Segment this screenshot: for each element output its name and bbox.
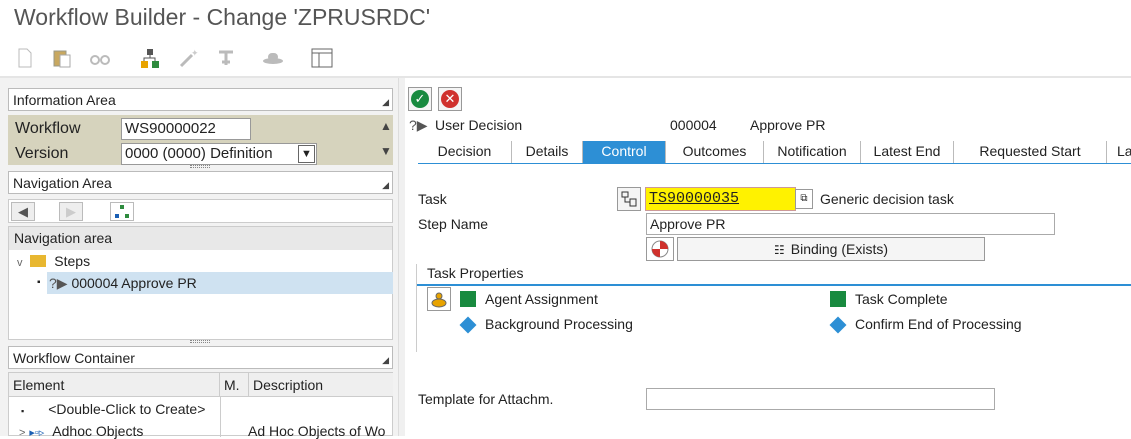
- org-structure-icon[interactable]: [138, 46, 162, 70]
- cancel-icon: ✕: [441, 90, 459, 108]
- tab-latest-start[interactable]: La: [1107, 141, 1131, 163]
- agent-assignment-label: Agent Assignment: [485, 291, 598, 307]
- navigation-tree: Navigation area v Steps ?▶ 000004 Approv…: [8, 226, 393, 340]
- scroll-up-icon[interactable]: ▲: [380, 119, 392, 133]
- tree-node-steps[interactable]: v Steps: [17, 253, 90, 269]
- scroll-down-icon[interactable]: ▼: [380, 144, 392, 158]
- resize-corner-icon[interactable]: ◢: [382, 97, 389, 108]
- table-row[interactable]: > ▸▫▹ Adhoc Objects: [19, 423, 143, 439]
- task-input[interactable]: TS90000035: [645, 187, 796, 211]
- tab-notification[interactable]: Notification: [764, 141, 861, 163]
- expand-icon[interactable]: v: [17, 257, 23, 269]
- confirm-end-label: Confirm End of Processing: [855, 316, 1022, 332]
- anchor-icon[interactable]: [214, 46, 238, 70]
- table-row[interactable]: ▪ <Double-Click to Create>: [21, 401, 205, 417]
- resize-grip[interactable]: [190, 340, 210, 343]
- column-header-m[interactable]: M.: [220, 373, 249, 397]
- background-processing-label: Background Processing: [485, 316, 633, 332]
- task-open-icon[interactable]: ⧉: [795, 189, 813, 209]
- info-area-header: Information Area ◢: [8, 88, 393, 111]
- binding-icon: ☷: [773, 243, 785, 257]
- version-select[interactable]: 0000 (0000) Definition ▼: [121, 143, 317, 165]
- nav-area-header: Navigation Area ◢: [8, 171, 393, 194]
- background-processing-status-icon: [459, 316, 477, 334]
- pane-splitter[interactable]: [398, 78, 405, 436]
- tab-control[interactable]: Control: [583, 141, 666, 163]
- binding-label: Binding (Exists): [790, 241, 889, 257]
- step-name-label: Step Name: [418, 216, 489, 232]
- tab-details[interactable]: Details: [512, 141, 583, 163]
- column-header-element[interactable]: Element: [9, 373, 220, 397]
- tree-node-step[interactable]: ?▶ 000004 Approve PR: [47, 272, 393, 294]
- row-element: <Double-Click to Create>: [48, 401, 206, 417]
- container-header: Workflow Container ◢: [8, 346, 393, 369]
- check-icon: ✓: [411, 90, 429, 108]
- back-arrow-icon[interactable]: ◀: [11, 202, 35, 221]
- folder-icon: [30, 255, 47, 267]
- hat-icon[interactable]: [261, 46, 285, 70]
- tree-step-label: 000004 Approve PR: [71, 275, 197, 291]
- step-type: User Decision: [435, 117, 523, 133]
- agent-assignment-button[interactable]: [427, 287, 451, 311]
- row-element: Adhoc Objects: [52, 423, 144, 439]
- resize-corner-icon[interactable]: ◢: [382, 355, 389, 366]
- nav-tree-header: Navigation area: [9, 227, 392, 250]
- binding-button[interactable]: ☷ Binding (Exists): [677, 237, 985, 261]
- task-label: Task: [418, 191, 447, 207]
- resize-grip[interactable]: [190, 165, 210, 168]
- tab-latest-end[interactable]: Latest End: [861, 141, 954, 163]
- step-type-icon: ?▶: [49, 275, 68, 291]
- step-name-input[interactable]: Approve PR: [646, 213, 1055, 235]
- tab-requested-start[interactable]: Requested Start: [954, 141, 1107, 163]
- nav-area-title: Navigation Area: [13, 175, 112, 191]
- object-icon: ▸▫▹: [29, 427, 45, 439]
- template-input[interactable]: [646, 388, 995, 410]
- window-title: Workflow Builder - Change 'ZPRUSRDC': [14, 4, 431, 30]
- chevron-down-icon[interactable]: ▼: [298, 145, 315, 163]
- tab-outcomes[interactable]: Outcomes: [666, 141, 764, 163]
- task-browse-button[interactable]: [617, 187, 641, 211]
- tree-steps-label: Steps: [54, 253, 91, 269]
- confirm-end-status-icon: [829, 316, 847, 334]
- row-description: Ad Hoc Objects of Wo: [248, 423, 386, 439]
- paste-icon[interactable]: [50, 46, 74, 70]
- container-table: Element M. Description ▪ <Double-Click to…: [8, 372, 393, 439]
- magic-wand-icon[interactable]: ✦: [176, 46, 200, 70]
- svg-text:✦: ✦: [191, 48, 198, 58]
- tab-decision[interactable]: Decision: [418, 141, 512, 163]
- info-area-box: Workflow WS90000022 Version 0000 (0000) …: [8, 115, 393, 165]
- workflow-field[interactable]: WS90000022: [121, 118, 251, 140]
- binding-check-button[interactable]: [646, 237, 674, 261]
- version-label: Version: [15, 145, 69, 162]
- forward-arrow-icon[interactable]: ▶: [59, 202, 83, 221]
- template-label: Template for Attachm.: [418, 391, 554, 407]
- task-properties-group: Task Properties Agent Assignment Backgro…: [416, 264, 1131, 352]
- step-type-icon: ?▶: [409, 117, 428, 133]
- task-complete-label: Task Complete: [855, 291, 948, 307]
- step-name: Approve PR: [750, 117, 826, 133]
- agent-assignment-status-icon: [460, 291, 476, 307]
- glasses-icon[interactable]: [88, 46, 112, 70]
- cancel-button[interactable]: ✕: [438, 87, 462, 111]
- version-value: 0000 (0000) Definition: [125, 145, 273, 162]
- info-area-title: Information Area: [13, 92, 116, 108]
- structure-icon[interactable]: [110, 202, 134, 221]
- column-header-description[interactable]: Description: [249, 373, 393, 397]
- task-complete-status-icon: [830, 291, 846, 307]
- task-description: Generic decision task: [820, 191, 954, 207]
- layout-icon[interactable]: [310, 46, 334, 70]
- tab-strip: Decision Details Control Outcomes Notifi…: [418, 141, 1131, 164]
- container-title: Workflow Container: [13, 350, 135, 366]
- nav-toolbar: ◀ ▶: [8, 199, 393, 223]
- tree-bullet: ▪: [37, 277, 41, 288]
- resize-corner-icon[interactable]: ◢: [382, 180, 389, 191]
- workflow-label: Workflow: [15, 120, 81, 137]
- step-number: 000004: [670, 117, 717, 133]
- new-document-icon[interactable]: [13, 46, 37, 70]
- task-properties-title: Task Properties: [427, 265, 524, 281]
- confirm-button[interactable]: ✓: [408, 87, 432, 111]
